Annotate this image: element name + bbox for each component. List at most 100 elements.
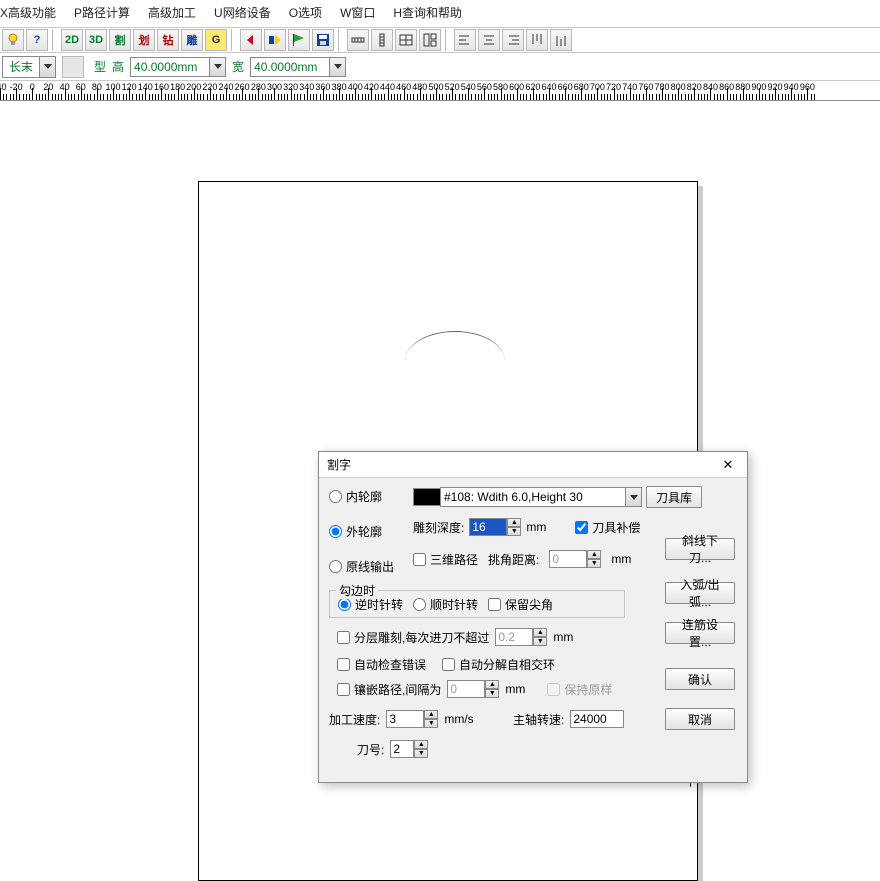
menu-help[interactable]: H查询和帮助 [393,4,462,21]
layer-depth-input[interactable] [495,628,533,646]
keep-sharp-checkbox[interactable]: 保留尖角 [488,596,553,613]
tool-selector: #108: Wdith 6.0,Height 30 刀具库 [413,486,702,508]
marker-button[interactable]: G [205,29,227,51]
embed-path-checkbox[interactable]: 镶嵌路径,间隔为 [337,681,441,698]
measure2-icon[interactable] [371,29,393,51]
auto-split-checkbox[interactable]: 自动分解自相交环 [442,656,555,673]
height-input[interactable] [130,57,210,77]
spin-up-icon[interactable]: ▲ [424,710,438,719]
auto-check-errors-checkbox[interactable]: 自动检查错误 [337,656,426,673]
arc-in-out-button[interactable]: 入弧/出弧... [665,582,735,604]
spin-down-icon[interactable]: ▼ [424,719,438,728]
spindle-label: 主轴转速: [513,711,564,728]
radio-cw[interactable]: 顺时针转 [413,596,478,613]
cut-button[interactable]: 割 [109,29,131,51]
tool-compensation-checkbox[interactable]: 刀具补偿 [575,519,640,536]
spindle-input[interactable] [570,710,624,728]
width-input[interactable] [250,57,330,77]
mode-3d-button[interactable]: 3D [85,29,107,51]
speed-spinner[interactable]: ▲▼ [386,710,438,728]
arrow-left-icon[interactable] [240,29,262,51]
play-icon[interactable] [264,29,286,51]
embed-gap-spinner[interactable]: ▲▼ [447,680,499,698]
flag-icon[interactable] [288,29,310,51]
carve-button[interactable]: 雕 [181,29,203,51]
corner-dist-spinner[interactable]: ▲▼ [549,550,601,568]
spin-up-icon[interactable]: ▲ [533,628,547,637]
radio-inner-contour[interactable]: 内轮廓 [329,488,394,505]
spin-up-icon[interactable]: ▲ [485,680,499,689]
path3d-checkbox[interactable]: 三维路径 [413,551,478,568]
spin-up-icon[interactable]: ▲ [587,550,601,559]
menu-options[interactable]: O选项 [289,4,322,21]
menu-advanced[interactable]: X高级功能 [0,4,56,21]
corner-dist-input[interactable] [549,550,587,568]
layer-carve-checkbox[interactable]: 分层雕刻,每次进刀不超过 [337,629,489,646]
measure1-icon[interactable] [347,29,369,51]
speed-label: 加工速度: [329,711,380,728]
chevron-down-icon[interactable] [39,57,55,77]
height-label: 高 [112,58,124,75]
toolno-input[interactable] [390,740,414,758]
align-top-icon[interactable] [526,29,548,51]
bulb-icon[interactable] [2,29,24,51]
menu-window[interactable]: W窗口 [340,4,375,21]
lead-in-button[interactable]: 斜线下刀... [665,538,735,560]
cut-text-dialog: 割字 ✕ 内轮廓 外轮廓 原线输出 #108: Wdith 6.0,Height… [318,451,748,783]
tool-library-button[interactable]: 刀具库 [646,486,702,508]
spin-down-icon[interactable]: ▼ [587,559,601,568]
type-label: 型 [94,58,106,75]
toolno-label: 刀号: [357,741,384,758]
table-icon[interactable] [395,29,417,51]
width-label: 宽 [232,58,244,75]
align-center-icon[interactable] [478,29,500,51]
radio-outer-contour[interactable]: 外轮廓 [329,523,394,540]
width-input-wrap [250,56,346,78]
chevron-down-icon[interactable] [210,57,226,77]
save-icon[interactable] [312,29,334,51]
menu-adv-machining[interactable]: 高级加工 [148,4,196,21]
properties-bar: 长末 型 高 宽 [0,53,880,81]
chevron-down-icon[interactable] [330,57,346,77]
spin-down-icon[interactable]: ▼ [533,637,547,646]
spin-up-icon[interactable]: ▲ [507,518,521,527]
mode-2d-button[interactable]: 2D [61,29,83,51]
layout-icon[interactable] [419,29,441,51]
chevron-down-icon[interactable] [626,487,642,507]
height-input-wrap [130,56,226,78]
spin-down-icon[interactable]: ▼ [485,689,499,698]
keep-original-checkbox: 保持原样 [547,681,612,698]
speed-unit: mm/s [444,712,473,726]
corner-dist-label: 挑角距离: [488,551,539,568]
toolno-spinner[interactable]: ▲▼ [390,740,428,758]
help-icon[interactable]: ? [26,29,48,51]
spin-up-icon[interactable]: ▲ [414,740,428,749]
speed-input[interactable] [386,710,424,728]
close-icon[interactable]: ✕ [717,455,739,475]
spin-down-icon[interactable]: ▼ [507,527,521,536]
align-bottom-icon[interactable] [550,29,572,51]
menu-network[interactable]: U网络设备 [214,4,271,21]
dialog-titlebar[interactable]: 割字 ✕ [319,452,747,478]
contour-radio-group: 内轮廓 外轮廓 原线输出 [329,488,394,575]
router-button[interactable]: 钻 [157,29,179,51]
align-dropdown[interactable]: 长末 [2,56,56,78]
tool-selected-value[interactable]: #108: Wdith 6.0,Height 30 [440,487,626,507]
spin-down-icon[interactable]: ▼ [414,749,428,758]
workspace[interactable]: 割字 ✕ 内轮廓 外轮廓 原线输出 #108: Wdith 6.0,Height… [0,101,880,847]
align-left-icon[interactable] [454,29,476,51]
align-dropdown-value: 长末 [3,58,39,75]
menu-path-calc[interactable]: P路径计算 [74,4,130,21]
layer-unit: mm [553,630,573,644]
bore-button[interactable]: 划 [133,29,155,51]
cancel-button[interactable]: 取消 [665,708,735,730]
radio-original-output[interactable]: 原线输出 [329,558,394,575]
depth-spinner[interactable]: ▲▼ [469,518,521,536]
embed-gap-input[interactable] [447,680,485,698]
tab-settings-button[interactable]: 连筋设置... [665,622,735,644]
ok-button[interactable]: 确认 [665,668,735,690]
depth-input[interactable] [469,518,507,536]
align-right-icon[interactable] [502,29,524,51]
layer-depth-spinner[interactable]: ▲▼ [495,628,547,646]
edge-group: 勾边时 逆时针转 顺时针转 保留尖角 [329,590,625,618]
